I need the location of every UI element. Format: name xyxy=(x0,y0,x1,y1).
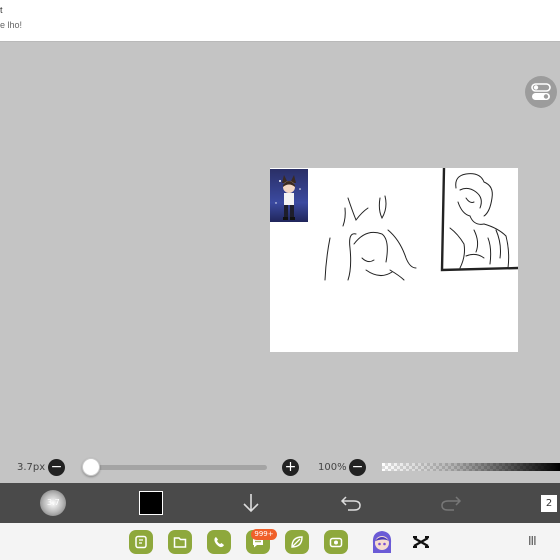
brush-size-label: 3.7px xyxy=(17,462,46,473)
files-app-icon[interactable] xyxy=(168,530,192,554)
undo-icon xyxy=(340,496,361,511)
leaf-app-icon[interactable] xyxy=(285,530,309,554)
layers-button[interactable]: 2 xyxy=(538,483,560,523)
notification-title: t xyxy=(0,5,3,15)
color-picker-button[interactable] xyxy=(138,483,164,523)
current-color-swatch xyxy=(139,491,163,515)
notification-body: e lho! xyxy=(0,20,23,30)
undo-button[interactable] xyxy=(338,483,364,523)
save-down-button[interactable] xyxy=(238,483,264,523)
notification-banner[interactable]: t e lho! xyxy=(0,0,560,42)
brush-preview-value: 3.7 xyxy=(47,498,60,507)
brush-size-decrease-button[interactable]: − xyxy=(48,459,65,476)
redo-icon xyxy=(441,496,462,511)
recent-apps-button[interactable]: III xyxy=(528,534,537,548)
messages-badge: 999+ xyxy=(251,529,277,540)
notes-app-icon[interactable] xyxy=(129,530,153,554)
bottom-toolbar: 3.7 2 xyxy=(0,483,560,523)
ui-toggle-button[interactable] xyxy=(525,76,557,108)
brush-tool-button[interactable]: 3.7 xyxy=(38,483,68,523)
app-dock xyxy=(0,523,560,560)
arrow-down-icon xyxy=(243,494,259,513)
opacity-label: 100% xyxy=(318,462,347,473)
brush-preview-icon: 3.7 xyxy=(40,490,66,516)
camera-app-icon[interactable] xyxy=(324,530,348,554)
brush-size-slider-track[interactable] xyxy=(86,465,267,470)
brush-size-slider-knob[interactable] xyxy=(82,458,100,476)
toggle-icon xyxy=(531,83,551,100)
avatar-app-icon[interactable] xyxy=(370,529,394,555)
reference-image-thumbnail[interactable] xyxy=(270,169,308,225)
reference-image xyxy=(270,169,308,225)
opacity-decrease-button[interactable]: − xyxy=(349,459,366,476)
capcut-app-icon[interactable] xyxy=(410,531,432,553)
opacity-slider-track[interactable] xyxy=(382,463,560,471)
redo-button[interactable] xyxy=(438,483,464,523)
brush-size-increase-button[interactable]: + xyxy=(282,459,299,476)
layers-icon: 2 xyxy=(541,494,557,512)
phone-app-icon[interactable] xyxy=(207,530,231,554)
